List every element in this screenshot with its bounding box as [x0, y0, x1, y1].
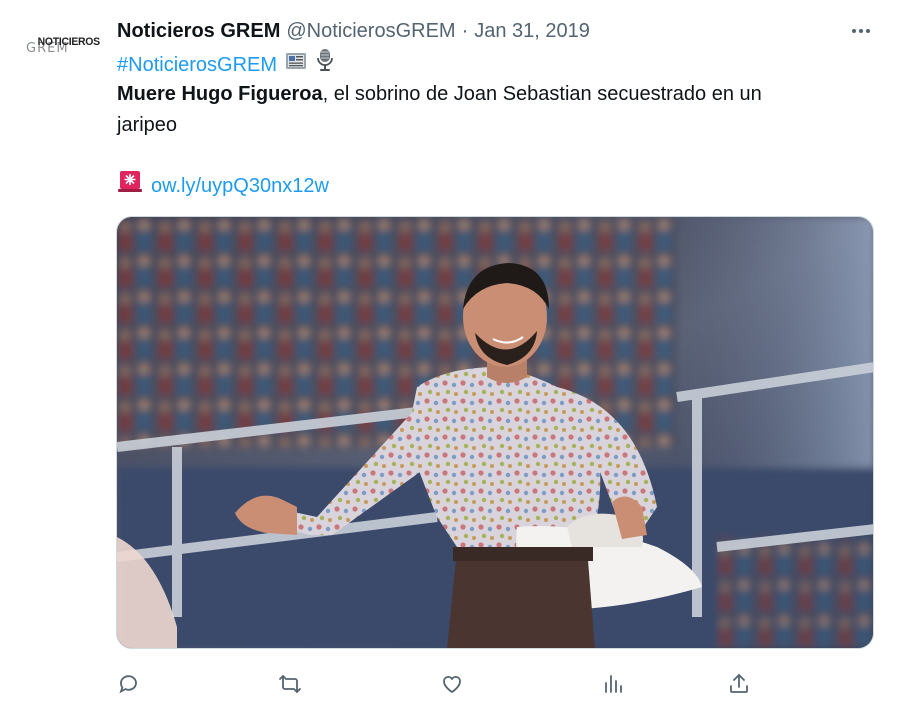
more-options-icon[interactable]: [846, 19, 876, 43]
link-line: ow.ly/uypQ30nx12w: [117, 169, 329, 202]
tweet-text-line-2: jaripeo: [117, 114, 178, 136]
tweet: GREM NOTICIEROS Noticieros GREM @Noticie…: [0, 0, 898, 709]
tweet-text-bold: Muere Hugo Figueroa: [117, 83, 323, 105]
hashtag-line: #NoticierosGREM: [117, 48, 335, 81]
siren-icon: [117, 169, 143, 202]
avatar[interactable]: GREM NOTICIEROS: [18, 22, 102, 70]
share-icon[interactable]: [723, 668, 755, 700]
author-name[interactable]: Noticieros GREM: [117, 20, 280, 43]
author-handle[interactable]: @NoticierosGREM: [286, 20, 455, 43]
tweet-header: Noticieros GREM @NoticierosGREM · Jan 31…: [117, 17, 590, 45]
reply-icon[interactable]: [113, 668, 145, 700]
tweet-actions: [0, 668, 898, 700]
tweet-text: , el sobrino de Joan Sebastian secuestra…: [322, 83, 762, 105]
newspaper-icon: [285, 50, 307, 80]
tweet-text-line-1: Muere Hugo Figueroa, el sobrino de Joan …: [117, 79, 762, 109]
avatar-logo-noticieros: NOTICIEROS: [37, 36, 100, 48]
tweet-link[interactable]: ow.ly/uypQ30nx12w: [151, 171, 329, 201]
tweet-photo[interactable]: [116, 216, 874, 649]
views-icon[interactable]: [597, 668, 629, 700]
hashtag-link[interactable]: #NoticierosGREM: [117, 50, 277, 80]
separator-dot: ·: [461, 19, 469, 42]
like-icon[interactable]: [436, 668, 468, 700]
tweet-date[interactable]: Jan 31, 2019: [474, 20, 590, 43]
microphone-icon: [315, 48, 335, 81]
retweet-icon[interactable]: [274, 668, 306, 700]
